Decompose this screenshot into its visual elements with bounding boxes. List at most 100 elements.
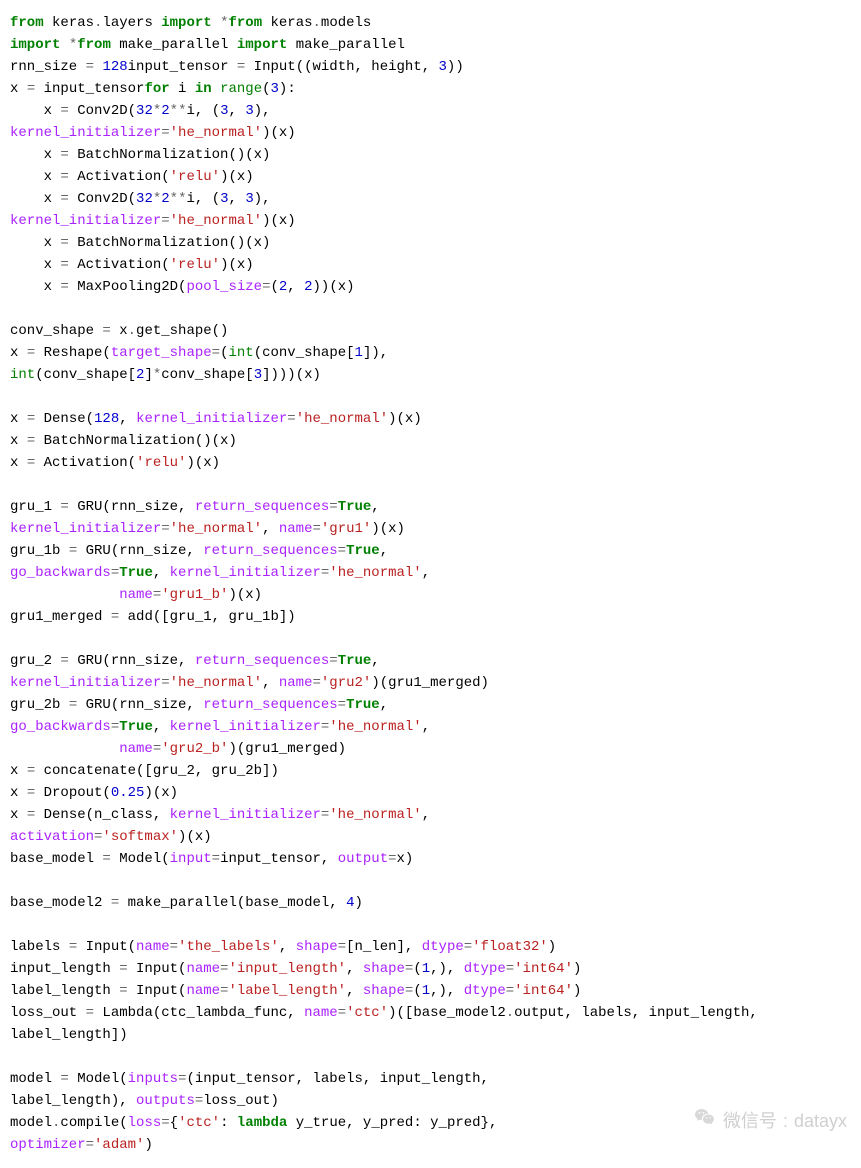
code-token: * — [153, 103, 161, 119]
code-line: x = Reshape(target_shape=(int(conv_shape… — [10, 342, 851, 364]
code-token: 0.25 — [111, 785, 145, 801]
code-block: from keras.layers import *from keras.mod… — [10, 12, 851, 1156]
code-token: get_shape() — [136, 323, 228, 339]
code-token: import — [10, 37, 60, 53]
code-token: 'the_labels' — [178, 939, 279, 955]
code-line: gru1_merged = add([gru_1, gru_1b]) — [10, 606, 851, 628]
code-token: Reshape( — [35, 345, 111, 361]
code-token: Dense( — [35, 411, 94, 427]
code-token: )(x) — [178, 829, 212, 845]
code-token: True — [338, 499, 372, 515]
code-token: int — [10, 367, 35, 383]
code-line: gru_1b = GRU(rnn_size, return_sequences=… — [10, 540, 851, 562]
code-token: . — [506, 1005, 514, 1021]
code-token: { — [170, 1115, 178, 1131]
code-token: 'he_normal' — [329, 807, 421, 823]
code-token: , — [422, 807, 430, 823]
code-token: kernel_initializer — [170, 719, 321, 735]
code-token: loss_out — [10, 1005, 86, 1021]
code-token: ))(x) — [313, 279, 355, 295]
code-token: x — [10, 433, 27, 449]
code-token: Conv2D( — [69, 103, 136, 119]
code-token: = — [27, 785, 35, 801]
code-token: 'gru2' — [321, 675, 371, 691]
code-token: 'gru2_b' — [161, 741, 228, 757]
code-token: input_tensor, — [220, 851, 338, 867]
code-line: model.compile(loss={'ctc': lambda y_true… — [10, 1112, 851, 1134]
code-token: = — [111, 895, 119, 911]
code-token: return_sequences — [203, 697, 337, 713]
code-token: ) — [354, 895, 362, 911]
code-token: loss_out) — [203, 1093, 279, 1109]
code-token: pool_size — [186, 279, 262, 295]
code-token: name — [186, 961, 220, 977]
code-token: = — [119, 983, 127, 999]
code-token: = — [312, 521, 320, 537]
code-token: = — [27, 807, 35, 823]
code-token: = — [86, 59, 94, 75]
code-token: = — [69, 697, 77, 713]
code-token: shape — [363, 983, 405, 999]
code-token: Input((width, height, — [245, 59, 438, 75]
code-token: x) — [397, 851, 414, 867]
code-line: x = Dense(n_class, kernel_initializer='h… — [10, 804, 851, 826]
code-token: )(gru1_merged) — [371, 675, 489, 691]
code-token: 1 — [422, 961, 430, 977]
code-token: input_tensor — [128, 59, 237, 75]
code-token: optimizer — [10, 1137, 86, 1153]
code-token: , — [287, 279, 304, 295]
code-token: ( — [413, 983, 421, 999]
code-token: = — [86, 1005, 94, 1021]
code-token: BatchNormalization()(x) — [69, 235, 271, 251]
code-token: )(x) — [228, 587, 262, 603]
code-token: make_parallel — [111, 37, 237, 53]
code-token: 2 — [161, 103, 169, 119]
code-token: )(x) — [186, 455, 220, 471]
code-token: x — [10, 147, 60, 163]
code-token: x — [10, 257, 60, 273]
code-token: Dropout( — [35, 785, 111, 801]
code-token: 'int64' — [514, 983, 573, 999]
code-token: 'relu' — [170, 257, 220, 273]
code-token: BatchNormalization()(x) — [69, 147, 271, 163]
code-token: 128 — [102, 59, 127, 75]
code-token: Dense(n_class, — [35, 807, 169, 823]
code-token: = — [338, 697, 346, 713]
code-line: x = input_tensorfor i in range(3): — [10, 78, 851, 100]
code-token: = — [60, 147, 68, 163]
code-token: 2 — [304, 279, 312, 295]
code-line: go_backwards=True, kernel_initializer='h… — [10, 716, 851, 738]
code-token: 'float32' — [472, 939, 548, 955]
code-token: in — [195, 81, 212, 97]
code-token: x — [10, 455, 27, 471]
code-token: gru_2 — [10, 653, 60, 669]
code-token: , — [153, 565, 170, 581]
code-token: return_sequences — [203, 543, 337, 559]
code-token: = — [161, 125, 169, 141]
code-token: x — [10, 235, 60, 251]
code-token: ) — [548, 939, 556, 955]
code-token: name — [119, 741, 153, 757]
code-token: name — [279, 675, 313, 691]
code-token: kernel_initializer — [136, 411, 287, 427]
code-token: = — [69, 543, 77, 559]
code-token: )(x) — [262, 213, 296, 229]
code-token: input — [170, 851, 212, 867]
code-token: i, ( — [186, 103, 220, 119]
code-token: shape — [296, 939, 338, 955]
code-token: for — [144, 81, 169, 97]
code-token: ) — [573, 961, 581, 977]
code-token: from — [77, 37, 111, 53]
code-token: 3 — [220, 103, 228, 119]
code-token — [10, 741, 119, 757]
code-token: 'he_normal' — [329, 565, 421, 581]
code-token: loss — [128, 1115, 162, 1131]
code-token: 'he_normal' — [296, 411, 388, 427]
code-token: , — [380, 697, 388, 713]
code-token: = — [170, 939, 178, 955]
code-token: 'gru1' — [321, 521, 371, 537]
code-line: rnn_size = 128input_tensor = Input((widt… — [10, 56, 851, 78]
code-line: conv_shape = x.get_shape() — [10, 320, 851, 342]
code-line: x = Activation('relu')(x) — [10, 254, 851, 276]
code-token: Activation( — [35, 455, 136, 471]
